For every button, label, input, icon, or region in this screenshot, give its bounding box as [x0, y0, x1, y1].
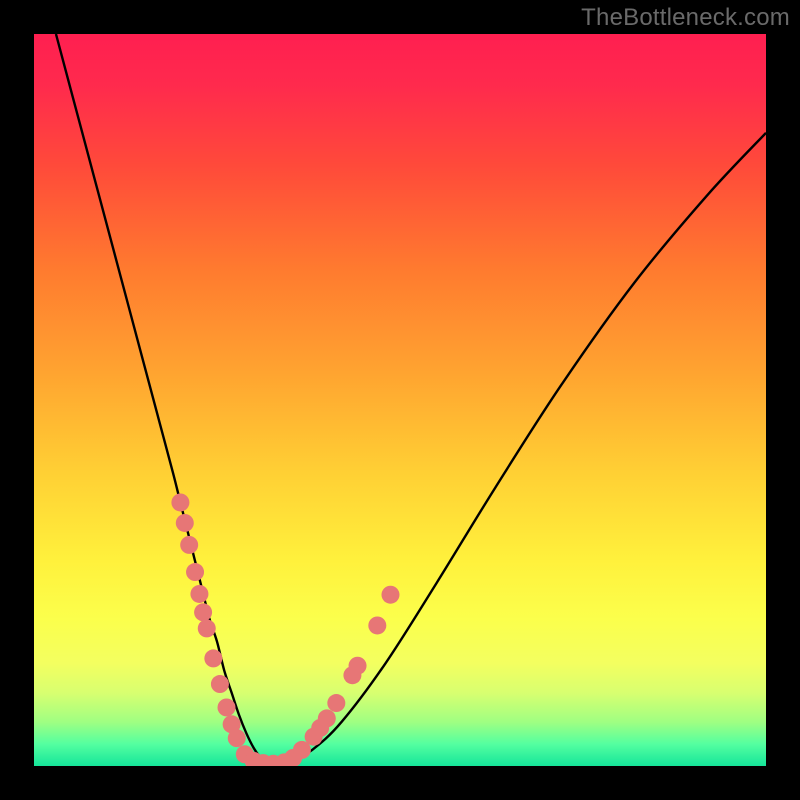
chart-frame: TheBottleneck.com	[0, 0, 800, 800]
watermark-text: TheBottleneck.com	[581, 4, 790, 32]
data-point-marker	[327, 694, 345, 712]
data-point-marker	[176, 514, 194, 532]
plot-area	[34, 34, 766, 766]
data-point-marker	[349, 657, 367, 675]
data-point-marker	[190, 585, 208, 603]
data-point-marker	[381, 586, 399, 604]
data-point-marker	[180, 536, 198, 554]
data-point-marker	[218, 698, 236, 716]
plot-svg	[34, 34, 766, 766]
gradient-background	[34, 34, 766, 766]
data-point-marker	[368, 616, 386, 634]
data-point-marker	[171, 493, 189, 511]
data-point-marker	[204, 649, 222, 667]
data-point-marker	[186, 563, 204, 581]
data-point-marker	[318, 709, 336, 727]
data-point-marker	[194, 603, 212, 621]
data-point-marker	[211, 675, 229, 693]
data-point-marker	[198, 619, 216, 637]
data-point-marker	[228, 729, 246, 747]
